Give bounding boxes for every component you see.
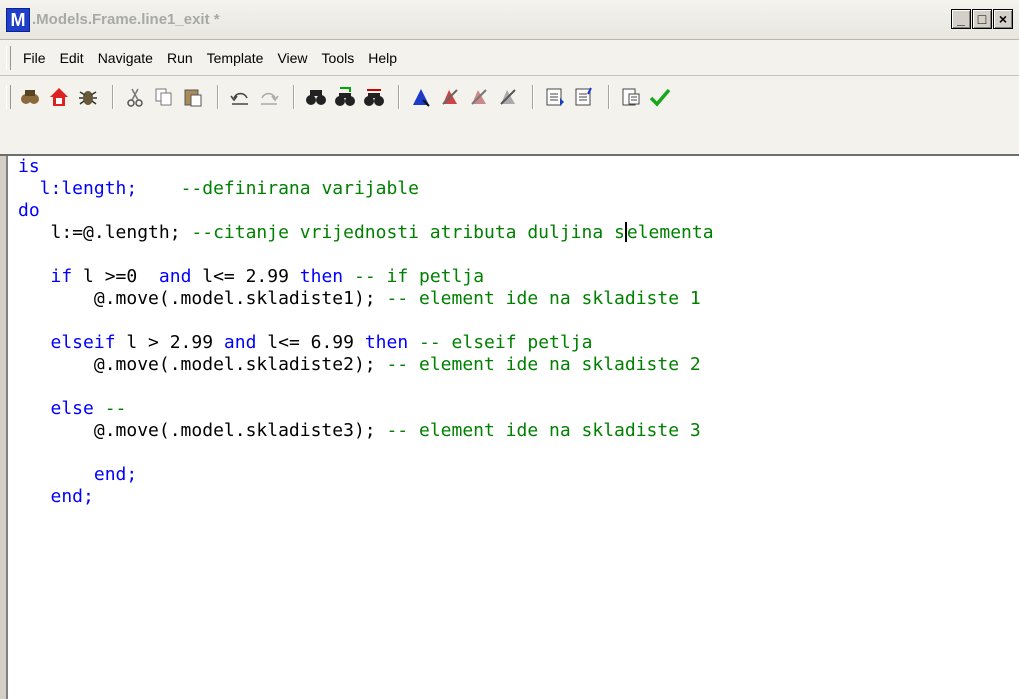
code-line[interactable]: l:=@.length; --citanje vrijednosti atrib… [18,222,714,244]
code-keyword: if [18,266,84,287]
find-icon[interactable] [303,84,329,110]
code-keyword: do [18,200,40,221]
code-keyword: elseif [18,332,127,353]
next-breakpoint-icon[interactable] [466,84,492,110]
replace-icon[interactable] [361,84,387,110]
home-icon[interactable] [46,84,72,110]
menu-bar: File Edit Navigate Run Template View Too… [0,40,1019,76]
cut-icon[interactable] [122,84,148,110]
code-line[interactable]: else -- [18,398,714,420]
code-comment: -- element ide na skladiste 1 [386,288,701,309]
code-content[interactable]: is l:length; --definirana varijable do l:… [18,156,714,508]
toolbar-separator [112,85,114,109]
uncomment-icon[interactable] [571,84,597,110]
format-icon[interactable] [618,84,644,110]
code-comment: -- if petlja [353,266,485,287]
code-text: l:=@.length; [18,222,192,243]
code-line[interactable]: is [18,156,714,178]
clear-breakpoints-icon[interactable] [495,84,521,110]
code-comment: -- element ide na skladiste 2 [386,354,701,375]
code-keyword: end; [18,486,94,507]
menu-help[interactable]: Help [361,50,404,66]
code-line[interactable]: if l >=0 and l<= 2.99 then -- if petlja [18,266,714,288]
code-text: l<= 2.99 [202,266,300,287]
code-line[interactable]: end; [18,464,714,486]
code-line[interactable]: do [18,200,714,222]
code-line[interactable]: @.move(.model.skladiste2); -- element id… [18,354,714,376]
menu-view[interactable]: View [270,50,314,66]
code-comment: --citanje vrijednosti atributa duljina s [191,222,625,243]
bookmark-icon[interactable] [408,84,434,110]
code-line[interactable]: l:length; --definirana varijable [18,178,714,200]
toolbar-grip[interactable] [6,85,11,109]
code-line[interactable] [18,244,714,266]
code-text: l<= 6.99 [267,332,365,353]
undo-icon[interactable] [227,84,253,110]
code-keyword: l:length; [18,178,181,199]
code-text: @.move(.model.skladiste2); [18,354,387,375]
menu-tools[interactable]: Tools [315,50,362,66]
paste-icon[interactable] [180,84,206,110]
code-editor[interactable]: is l:length; --definirana varijable do l:… [6,156,1019,699]
code-comment: -- [104,398,127,419]
code-comment: -- element ide na skladiste 3 [386,420,701,441]
code-text: l >=0 [83,266,159,287]
code-line[interactable] [18,376,714,398]
maximize-button[interactable]: □ [972,9,992,29]
toolbar-separator [608,85,610,109]
code-comment: --definirana varijable [180,178,419,199]
minimize-button[interactable]: _ [951,9,971,29]
toolbar-separator [532,85,534,109]
code-keyword: then [299,266,354,287]
toolbar-separator [398,85,400,109]
editor-window: M .Models.Frame.line1_exit * _ □ × File … [0,0,1019,699]
title-bar[interactable]: M .Models.Frame.line1_exit * _ □ × [0,0,1019,40]
toolbar-separator [293,85,295,109]
menu-navigate[interactable]: Navigate [91,50,160,66]
code-comment: elementa [626,222,714,243]
check-icon[interactable] [647,84,673,110]
code-line[interactable]: @.move(.model.skladiste1); -- element id… [18,288,714,310]
toggle-breakpoint-icon[interactable] [437,84,463,110]
code-text: @.move(.model.skladiste1); [18,288,387,309]
toolbar [0,76,1019,156]
code-keyword: end; [18,464,138,485]
menu-template[interactable]: Template [200,50,271,66]
find-next-icon[interactable] [332,84,358,110]
window-controls: _ □ × [950,9,1013,29]
code-keyword: then [364,332,420,353]
code-text: l > 2.99 [126,332,224,353]
copy-icon[interactable] [151,84,177,110]
app-logo-icon[interactable]: M [6,7,30,32]
code-keyword: is [18,156,40,177]
code-text: @.move(.model.skladiste3); [18,420,387,441]
binoculars-users-icon[interactable] [17,84,43,110]
code-line[interactable]: end; [18,486,714,508]
code-line[interactable]: @.move(.model.skladiste3); -- element id… [18,420,714,442]
redo-icon[interactable] [256,84,282,110]
code-keyword: and [223,332,268,353]
menu-file[interactable]: File [11,50,53,66]
window-title: .Models.Frame.line1_exit * [32,11,220,28]
close-button[interactable]: × [993,9,1013,29]
toolbar-separator [217,85,219,109]
code-keyword: else [18,398,105,419]
comment-icon[interactable] [542,84,568,110]
code-line[interactable] [18,310,714,332]
menu-run[interactable]: Run [160,50,200,66]
code-line[interactable]: elseif l > 2.99 and l<= 6.99 then -- els… [18,332,714,354]
code-line[interactable] [18,442,714,464]
bug-icon[interactable] [75,84,101,110]
menu-edit[interactable]: Edit [53,50,91,66]
code-keyword: and [158,266,203,287]
code-comment: -- elseif petlja [419,332,593,353]
